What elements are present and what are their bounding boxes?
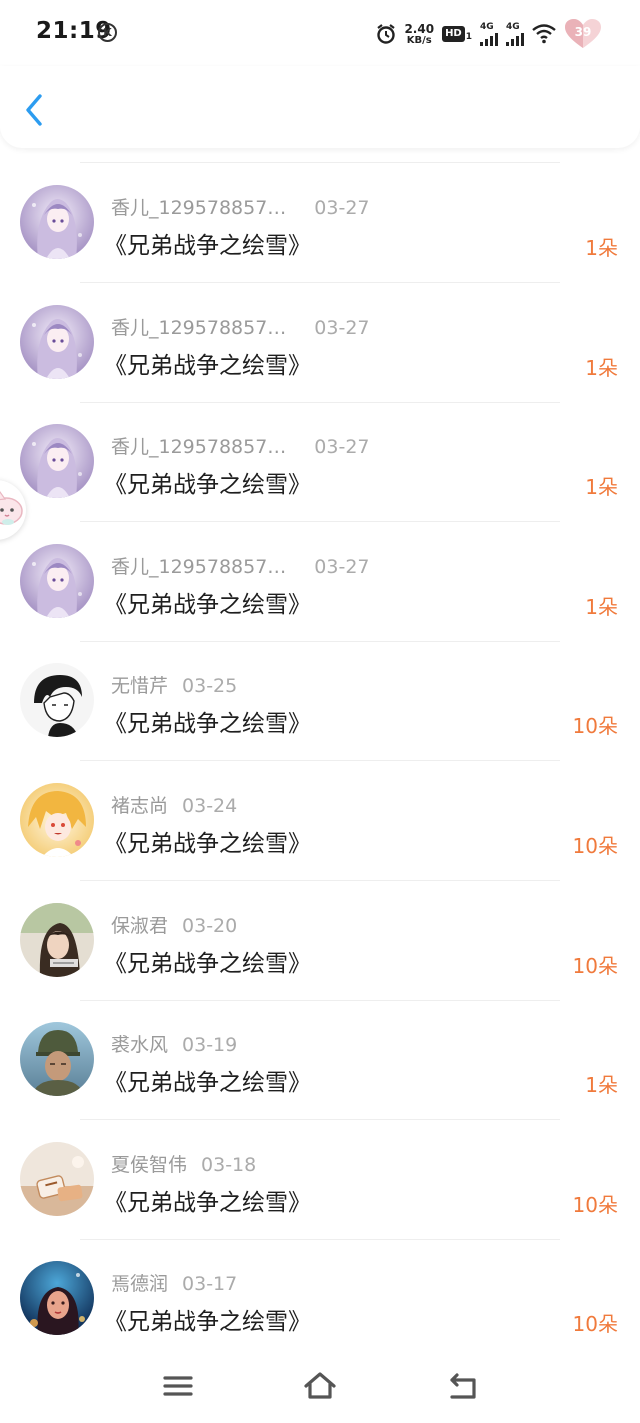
hd-indicator: HD 1 <box>442 26 472 42</box>
back-arrow-icon[interactable] <box>20 90 50 130</box>
list-item[interactable]: 香儿_129578857… 03-27 《兄弟战争之绘雪》 1朵 <box>0 163 640 283</box>
status-icons: 2.40 KB/s HD 1 4G 4G 39 <box>376 17 602 51</box>
header-bar <box>0 66 640 148</box>
user-name[interactable]: 香儿_129578857… <box>111 432 286 459</box>
flower-count: 10朵 <box>572 1192 618 1217</box>
gift-date: 03-27 <box>314 316 370 339</box>
book-title: 《兄弟战争之绘雪》 <box>104 1189 311 1216</box>
flower-count: 1朵 <box>585 594 618 619</box>
list-item[interactable]: 裘水风 03-19 《兄弟战争之绘雪》 1朵 <box>0 1000 640 1121</box>
book-title: 《兄弟战争之绘雪》 <box>104 233 311 259</box>
flower-count: 1朵 <box>585 1073 618 1098</box>
network-speed: 2.40 KB/s <box>404 21 435 46</box>
item-meta: 无惜芹 03-25 <box>111 671 237 698</box>
network-speed-unit: KB/s <box>406 34 432 46</box>
book-title: 《兄弟战争之绘雪》 <box>104 591 311 618</box>
wifi-icon <box>532 24 556 44</box>
user-name[interactable]: 褚志尚 <box>111 791 168 818</box>
flower-count: 10朵 <box>572 834 618 858</box>
book-title: 《兄弟战争之绘雪》 <box>104 711 311 738</box>
avatar[interactable] <box>20 185 94 259</box>
avatar[interactable] <box>20 1022 94 1097</box>
signal-1-icon: 4G <box>480 22 498 46</box>
menu-icon[interactable] <box>160 1368 196 1404</box>
network-speed-value: 2.40 <box>404 21 435 36</box>
list-item[interactable]: 香儿_129578857… 03-27 《兄弟战争之绘雪》 1朵 <box>0 283 640 403</box>
gift-date: 03-27 <box>314 555 370 578</box>
flower-count: 1朵 <box>585 355 618 380</box>
gift-date: 03-24 <box>182 795 238 817</box>
item-meta: 香儿_129578857… 03-27 <box>111 313 370 340</box>
flower-count: 10朵 <box>572 1312 618 1337</box>
gift-date: 03-19 <box>182 1034 238 1057</box>
flower-count: 10朵 <box>572 953 618 978</box>
system-nav-bar <box>0 1350 640 1423</box>
gift-date: 03-27 <box>314 436 370 459</box>
book-title: 《兄弟战争之绘雪》 <box>104 1070 311 1097</box>
item-meta: 裘水风 03-19 <box>111 1030 237 1057</box>
user-name[interactable]: 香儿_129578857… <box>111 193 286 220</box>
battery-level: 39 <box>574 25 592 39</box>
book-title: 《兄弟战争之绘雪》 <box>104 831 311 857</box>
flower-count: 1朵 <box>585 475 618 500</box>
status-bar: 21:19 K 2.40 KB/s HD 1 4G 4G 39 <box>0 0 640 66</box>
signal-2-label: 4G <box>506 22 520 32</box>
avatar[interactable] <box>20 424 94 499</box>
list-item[interactable]: 香儿_129578857… 03-27 《兄弟战争之绘雪》 1朵 <box>0 402 640 523</box>
list-item[interactable]: 夏侯智伟 03-18 《兄弟战争之绘雪》 10朵 <box>0 1120 640 1240</box>
flower-count: 10朵 <box>572 714 618 739</box>
list-item[interactable]: 保淑君 03-20 《兄弟战争之绘雪》 10朵 <box>0 881 640 1001</box>
gift-date: 03-18 <box>201 1153 257 1176</box>
item-meta: 香儿_129578857… 03-27 <box>111 552 370 579</box>
return-icon[interactable] <box>444 1368 480 1404</box>
item-meta: 夏侯智伟 03-18 <box>111 1150 256 1177</box>
avatar[interactable] <box>20 902 94 977</box>
avatar[interactable] <box>20 543 94 618</box>
list-item[interactable]: 褚志尚 03-24 《兄弟战争之绘雪》 10朵 <box>0 761 640 881</box>
user-name[interactable]: 焉德润 <box>111 1269 168 1296</box>
user-name[interactable]: 香儿_129578857… <box>111 313 286 340</box>
book-title: 《兄弟战争之绘雪》 <box>104 352 311 379</box>
avatar[interactable] <box>20 783 94 857</box>
hd-icon: HD <box>442 26 465 42</box>
book-title: 《兄弟战争之绘雪》 <box>104 1309 311 1336</box>
k-badge-icon: K <box>98 23 117 42</box>
item-meta: 香儿_129578857… 03-27 <box>111 193 370 220</box>
avatar[interactable] <box>20 1261 94 1336</box>
item-meta: 褚志尚 03-24 <box>111 791 237 818</box>
user-name[interactable]: 无惜芹 <box>111 671 168 698</box>
flower-count: 1朵 <box>585 236 618 260</box>
user-name[interactable]: 裘水风 <box>111 1030 168 1057</box>
signal-2-icon: 4G <box>506 22 524 46</box>
list-item[interactable]: 香儿_129578857… 03-27 《兄弟战争之绘雪》 1朵 <box>0 522 640 642</box>
battery-heart-icon: 39 <box>564 19 602 49</box>
gift-date: 03-20 <box>182 914 238 937</box>
user-name[interactable]: 香儿_129578857… <box>111 552 286 579</box>
signal-1-label: 4G <box>480 22 494 32</box>
user-name[interactable]: 夏侯智伟 <box>111 1150 187 1177</box>
list-item[interactable]: 焉德润 03-17 《兄弟战争之绘雪》 10朵 <box>0 1239 640 1360</box>
list-item[interactable]: 无惜芹 03-25 《兄弟战争之绘雪》 10朵 <box>0 641 640 762</box>
avatar[interactable] <box>20 304 94 379</box>
gift-date: 03-27 <box>314 197 370 219</box>
gift-date: 03-25 <box>182 675 238 698</box>
avatar[interactable] <box>20 663 94 738</box>
alarm-icon <box>377 24 396 44</box>
gift-date: 03-17 <box>182 1273 238 1296</box>
hd-sub: 1 <box>465 32 472 42</box>
item-meta: 保淑君 03-20 <box>111 911 237 938</box>
book-title: 《兄弟战争之绘雪》 <box>104 950 311 977</box>
book-title: 《兄弟战争之绘雪》 <box>104 472 311 499</box>
avatar[interactable] <box>20 1141 94 1216</box>
item-meta: 焉德润 03-17 <box>111 1269 237 1296</box>
item-meta: 香儿_129578857… 03-27 <box>111 432 370 459</box>
home-icon[interactable] <box>302 1368 338 1404</box>
user-name[interactable]: 保淑君 <box>111 911 168 938</box>
